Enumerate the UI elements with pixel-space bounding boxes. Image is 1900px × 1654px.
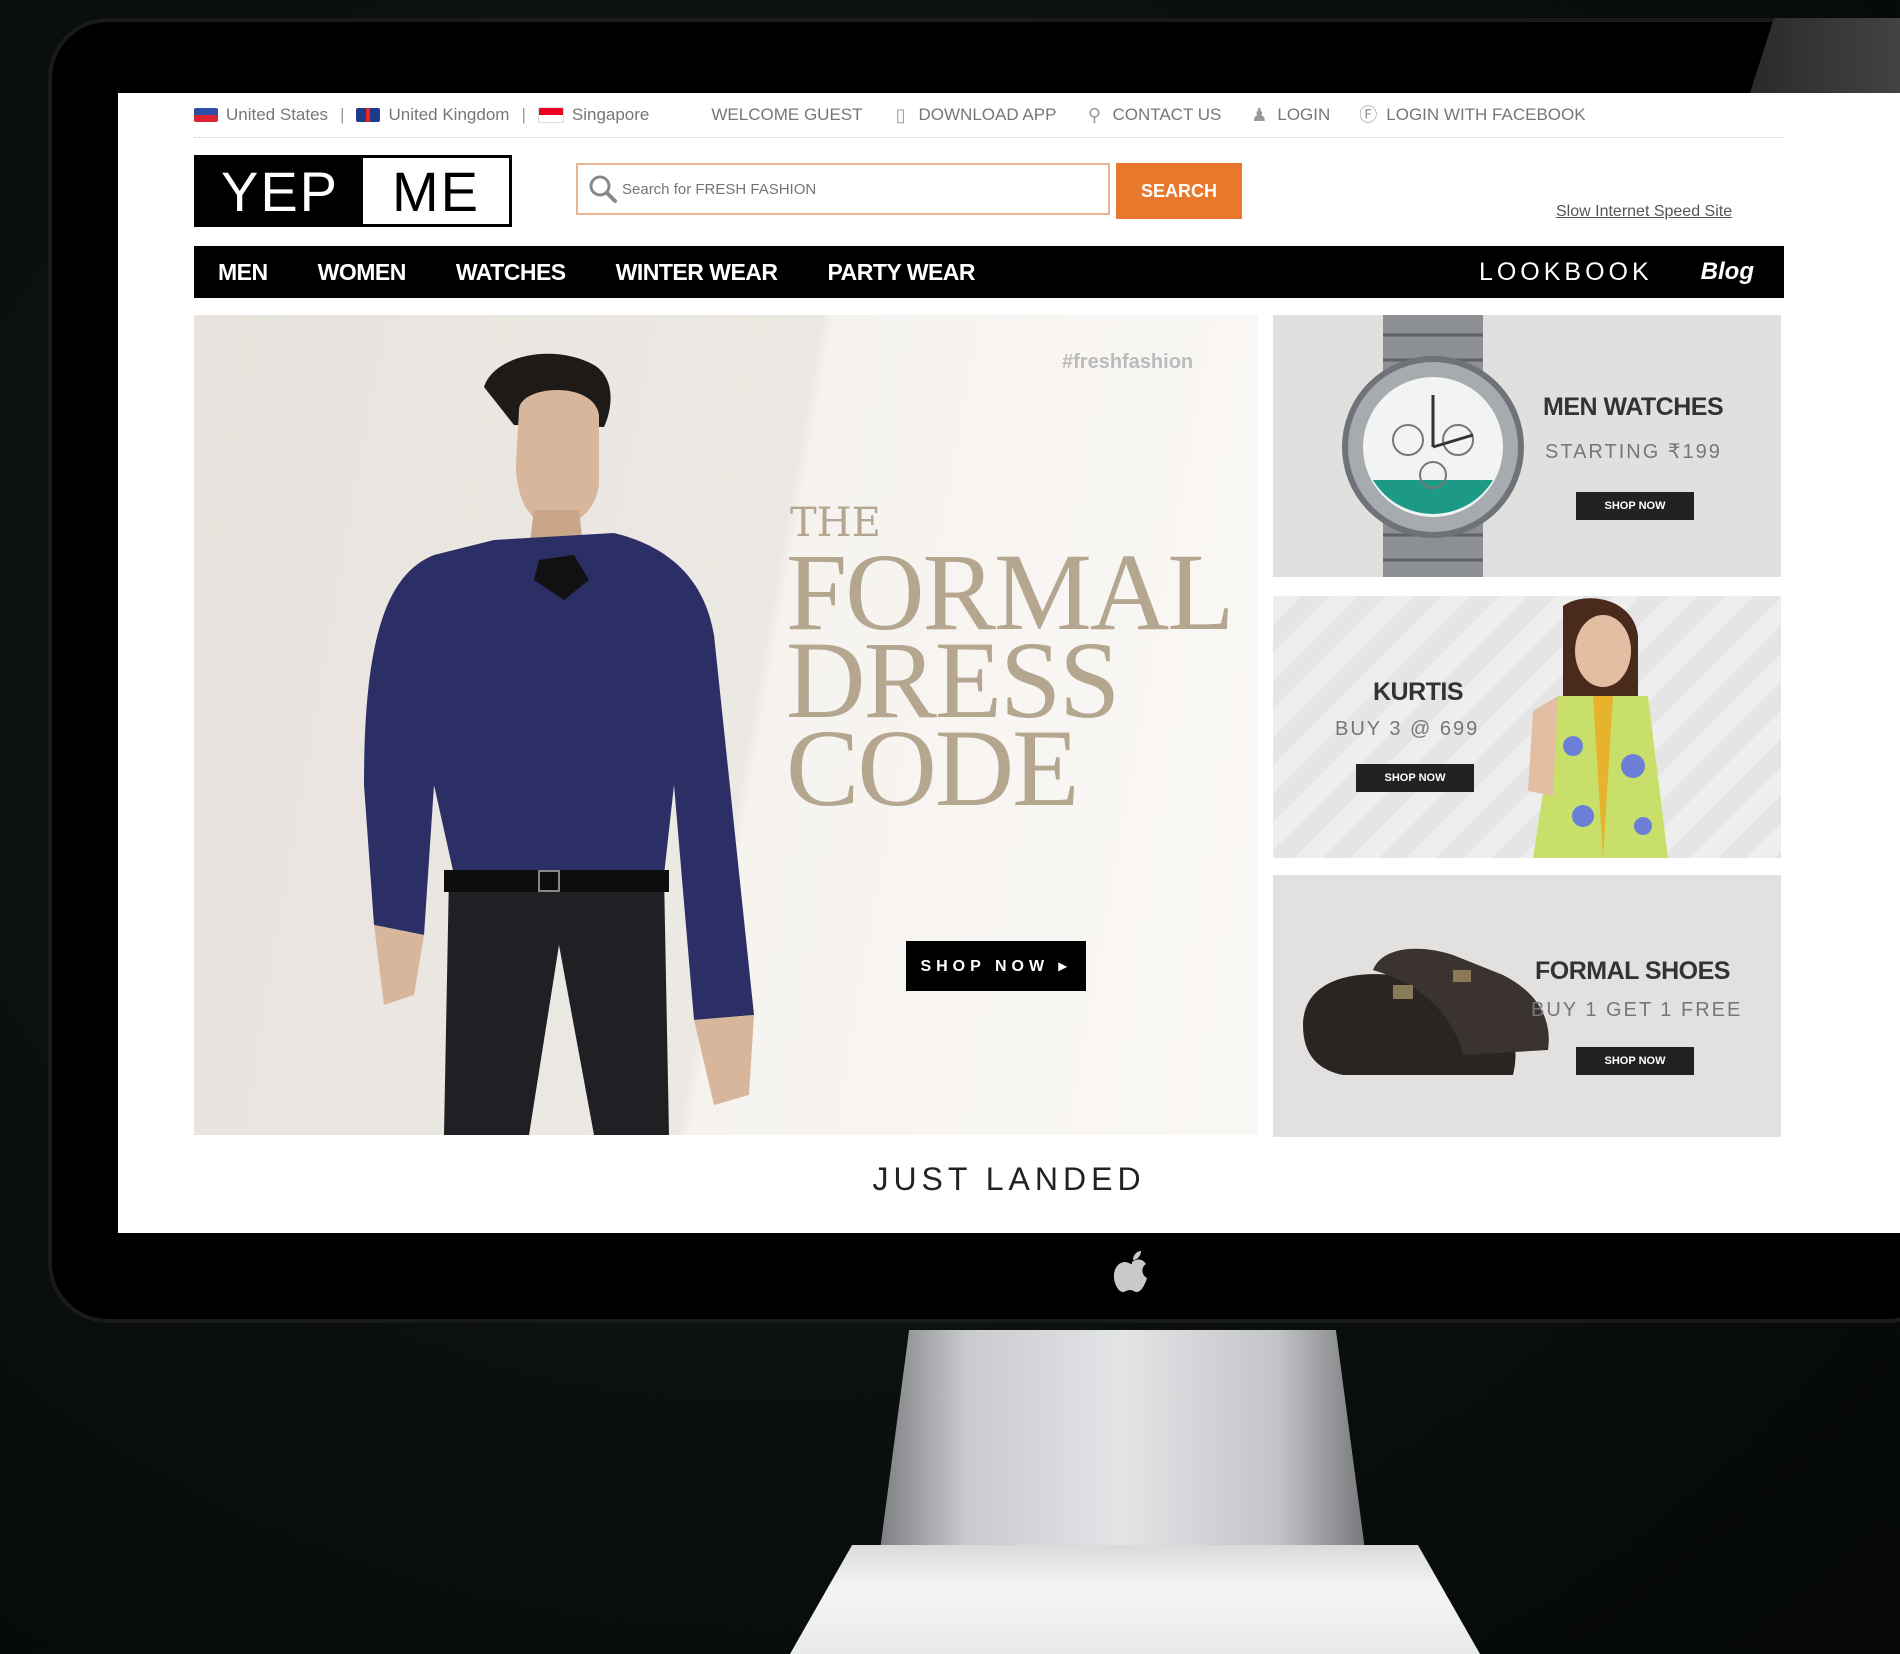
shoes-image [1303,948,1549,1075]
yepme-logo[interactable]: YEP ME [194,155,512,227]
search-box [576,163,1110,215]
download-app-link[interactable]: ▯ DOWNLOAD APP [891,105,1057,125]
nav-watches[interactable]: WATCHES [456,259,566,286]
apple-logo-icon [1113,1251,1147,1292]
bezel-glare [1750,18,1900,93]
country-sg[interactable]: Singapore [572,105,650,125]
search-button[interactable]: SEARCH [1116,163,1242,219]
login-link[interactable]: ♟ LOGIN [1249,105,1330,125]
welcome-text: WELCOME GUEST [711,105,863,124]
logo-part-1: YEP [197,158,363,224]
hero-line-code: CODE [786,707,1079,829]
nav-men[interactable]: MEN [218,259,268,286]
watch-image [1342,315,1524,577]
download-app-label: DOWNLOAD APP [918,105,1057,124]
tile-formal-shoes-button[interactable]: SHOP NOW [1576,1047,1694,1075]
nav-party-wear[interactable]: PARTY WEAR [828,259,976,286]
account-links: WELCOME GUEST ▯ DOWNLOAD APP ⚲ CONTACT U… [711,105,1585,125]
location-pin-icon: ⚲ [1087,105,1102,125]
separator: | [340,105,345,124]
login-label: LOGIN [1277,105,1331,124]
facebook-icon: ⓕ [1359,105,1378,125]
country-uk[interactable]: United Kingdom [388,105,509,125]
tile-kurtis-subtitle: BUY 3 @ 699 [1335,718,1480,740]
logo-part-2: ME [363,158,509,224]
nav-blog[interactable]: Blog [1701,258,1754,286]
tile-formal-shoes-subtitle: BUY 1 GET 1 FREE [1531,999,1743,1021]
us-flag-icon [194,108,218,122]
country-selector: United States | United Kingdom | Singapo… [194,105,649,125]
user-icon: ♟ [1251,105,1268,125]
slow-internet-link[interactable]: Slow Internet Speed Site [1556,203,1732,221]
just-landed-heading: JUST LANDED [872,1161,1146,1197]
nav-right: LOOKBOOK Blog [1479,258,1754,287]
monitor-stand-base [790,1545,1480,1654]
separator: | [521,105,526,124]
tile-men-watches-subtitle: STARTING ₹199 [1545,441,1722,463]
tile-men-watches-button[interactable]: SHOP NOW [1576,492,1694,520]
search-input[interactable] [620,168,1108,210]
contact-us-label: CONTACT US [1112,105,1222,124]
kurti-model-image [1528,598,1668,858]
nav-winter-wear[interactable]: WINTER WEAR [616,259,778,286]
kurtis-tile[interactable]: KURTIS BUY 3 @ 699 SHOP NOW [1273,596,1781,858]
monitor-stand-neck [880,1330,1365,1550]
uk-flag-icon [356,108,381,122]
hero-shop-now-button[interactable]: SHOP NOW ▸ [906,941,1086,991]
nav-lookbook[interactable]: LOOKBOOK [1479,258,1653,287]
tile-kurtis-title: KURTIS [1373,678,1464,706]
login-facebook-label: LOGIN WITH FACEBOOK [1386,105,1586,124]
search-icon [586,172,620,206]
tile-kurtis-button[interactable]: SHOP NOW [1356,764,1474,792]
sg-flag-icon [537,107,564,123]
phone-icon: ▯ [895,105,906,125]
nav-women[interactable]: WOMEN [318,259,407,286]
main-nav: MEN WOMEN WATCHES WINTER WEAR PARTY WEAR… [194,246,1784,298]
tile-men-watches-title: MEN WATCHES [1543,393,1724,421]
login-facebook-link[interactable]: ⓕ LOGIN WITH FACEBOOK [1358,105,1585,125]
men-watches-tile[interactable]: MEN WATCHES STARTING ₹199 SHOP NOW [1273,315,1781,577]
top-bar: United States | United Kingdom | Singapo… [194,93,1784,138]
contact-us-link[interactable]: ⚲ CONTACT US [1084,105,1222,125]
country-us[interactable]: United States [226,105,328,125]
hero-banner[interactable]: #freshfashion THE FORMAL DRESS CODE SHOP… [194,315,1258,1135]
tile-formal-shoes-title: FORMAL SHOES [1535,957,1730,985]
hero-hashtag: #freshfashion [1062,351,1194,373]
website-screen: United States | United Kingdom | Singapo… [118,93,1900,1233]
model-image [364,353,754,1135]
formal-shoes-tile[interactable]: FORMAL SHOES BUY 1 GET 1 FREE SHOP NOW [1273,875,1781,1137]
